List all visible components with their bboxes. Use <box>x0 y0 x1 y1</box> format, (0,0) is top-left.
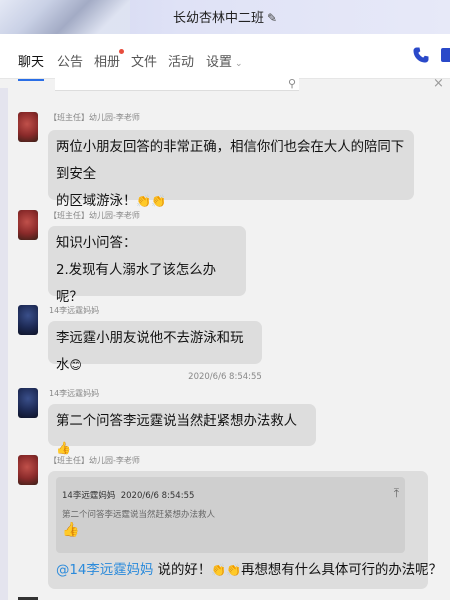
message-line-text: 的区域游泳！ <box>56 194 137 209</box>
message-line-text: 李远霆小朋友说他不去游泳和玩水 <box>56 331 244 373</box>
quote-author: 14李远霆妈妈 <box>62 491 116 501</box>
message-line: 两位小朋友回答的非常正确，相信你们也会在大人的陪同下到安全 <box>56 140 405 182</box>
tab-settings-label: 设置 <box>206 55 233 70</box>
video-call-icon[interactable] <box>441 48 450 62</box>
avatar[interactable] <box>18 210 38 240</box>
tab-settings[interactable]: 设置 ⌄ <box>206 51 243 70</box>
message-line: 第二个问答李远霆说当然赶紧想办法救人 👍 <box>56 408 308 462</box>
search-strip[interactable] <box>55 78 299 91</box>
avatar[interactable] <box>18 305 38 335</box>
clap-emoji-icon: 👏👏 <box>211 563 242 577</box>
smile-emoji-icon: 😊 <box>69 358 82 372</box>
message-line: 知识小问答： <box>56 236 137 251</box>
sender-name: 【班主任】幼儿园-李老师 <box>49 456 140 465</box>
avatar[interactable] <box>18 388 38 418</box>
message-bubble[interactable]: 第二个问答李远霆说当然赶紧想办法救人 👍 <box>48 404 316 455</box>
tab-album[interactable]: 相册 <box>94 49 125 70</box>
message-line: 李远霆小朋友说他不去游泳和玩水😊 <box>56 325 254 379</box>
notification-dot <box>119 49 125 54</box>
quote-time: 2020/6/6 8:54:55 <box>120 491 195 501</box>
quoted-message[interactable]: 14李远霆妈妈 2020/6/6 8:54:55 ⤒ 第二个问答李远霆说当然赶紧… <box>56 477 405 553</box>
mention-link[interactable]: @14李远霆妈妈 <box>56 563 153 578</box>
message-line: 2.发现有人溺水了该怎么办呢？ <box>56 263 217 305</box>
tab-album-label: 相册 <box>94 55 121 70</box>
tab-activities[interactable]: 活动 <box>168 51 194 70</box>
message-bubble[interactable]: 14李远霆妈妈 2020/6/6 8:54:55 ⤒ 第二个问答李远霆说当然赶紧… <box>48 471 442 589</box>
message-bubble[interactable]: 李远霆小朋友说他不去游泳和玩水😊 <box>48 321 262 373</box>
message-timestamp: 2020/6/6 8:54:55 <box>188 372 262 382</box>
group-title[interactable]: 长幼杏林中二班 ✎ <box>0 7 450 26</box>
reply-text: @14李远霆妈妈 说的好！👏👏再想想有什么具体可行的办法呢？ <box>56 557 442 584</box>
title-bar: 长幼杏林中二班 ✎ <box>0 0 450 34</box>
thumbs-up-icon: 👍 <box>62 522 80 538</box>
reply-text-part: 说的好！ <box>153 563 212 578</box>
tab-files[interactable]: 文件 <box>131 51 157 70</box>
message-bubble[interactable]: 知识小问答： 2.发现有人溺水了该怎么办呢？ <box>48 226 246 305</box>
avatar[interactable] <box>18 112 38 142</box>
thumbs-up-icon: 👍 <box>56 441 71 455</box>
chevron-down-icon: ⌄ <box>235 59 243 69</box>
sender-name: 【班主任】幼儿园-李老师 <box>49 211 140 220</box>
clap-emoji-icon: 👏👏 <box>136 194 167 208</box>
message-line-text: 第二个问答李远霆说当然赶紧想办法救人 <box>56 414 298 429</box>
close-icon[interactable]: × <box>433 76 444 91</box>
jump-to-top-icon[interactable]: ⤒ <box>394 480 399 507</box>
tab-bar: 聊天 公告 相册 文件 活动 设置 ⌄ <box>0 34 450 81</box>
sender-name: 14李远霆妈妈 <box>49 306 100 315</box>
message-bubble[interactable]: 两位小朋友回答的非常正确，相信你们也会在大人的陪同下到安全 的区域游泳！👏👏 <box>48 130 414 209</box>
avatar[interactable] <box>18 455 38 485</box>
quote-text: 第二个问答李远霆说当然赶紧想办法救人 <box>62 510 216 520</box>
tab-chat[interactable]: 聊天 <box>18 51 45 81</box>
sender-name: 14李远霆妈妈 <box>49 389 100 398</box>
reply-text-part: 再想想有什么具体可行的办法呢？ <box>241 563 442 578</box>
search-icon[interactable]: ⚲ <box>288 77 296 90</box>
tab-announcement[interactable]: 公告 <box>57 51 83 70</box>
group-name: 长幼杏林中二班 <box>172 11 264 26</box>
sender-name: 【班主任】幼儿园-李老师 <box>49 113 140 122</box>
pencil-icon[interactable]: ✎ <box>267 11 277 25</box>
side-panel-edge <box>0 88 8 600</box>
phone-icon[interactable] <box>412 46 430 64</box>
